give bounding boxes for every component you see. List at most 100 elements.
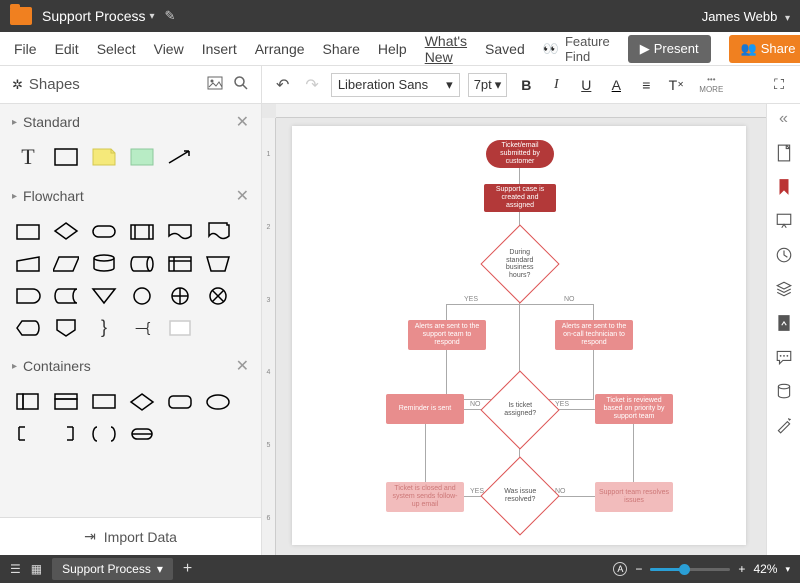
rail-bookmark-icon[interactable] <box>775 178 793 196</box>
rail-magic-icon[interactable] <box>775 416 793 434</box>
title-dropdown-caret[interactable]: ▾ <box>150 11 155 22</box>
fc-display[interactable] <box>14 316 42 338</box>
fc-terminator[interactable] <box>90 220 118 242</box>
redo-button[interactable]: ↷ <box>301 75 322 95</box>
node-review-priority[interactable]: Ticket is reviewed based on priority by … <box>595 394 673 424</box>
ct-1[interactable] <box>14 390 42 412</box>
fc-stored[interactable] <box>52 284 80 306</box>
collapse-rail-icon[interactable]: « <box>779 110 788 128</box>
search-icon[interactable] <box>233 75 249 94</box>
node-resolved[interactable]: Was issue resolved? <box>480 456 559 535</box>
node-ticket-assigned[interactable]: Is ticket assigned? <box>480 370 559 449</box>
page[interactable]: YES NO NO YES YES NO Ticket/email submit… <box>292 126 746 545</box>
folder-icon[interactable] <box>10 7 32 25</box>
bold-button[interactable]: B <box>515 74 537 96</box>
node-start[interactable]: Ticket/email submitted by customer <box>486 140 554 168</box>
rail-history-icon[interactable] <box>775 246 793 264</box>
ct-10[interactable] <box>128 422 156 444</box>
panel-flowchart-header[interactable]: ▸Flowchart✕ <box>0 178 261 214</box>
fc-or[interactable] <box>166 284 194 306</box>
fc-note-right[interactable]: ⎯⎯{ <box>128 316 156 338</box>
fc-predefined[interactable] <box>128 220 156 242</box>
font-size-select[interactable]: 7pt▾ <box>468 73 508 97</box>
rail-page-icon[interactable] <box>775 144 793 162</box>
menu-whatsnew[interactable]: What's New <box>425 33 467 65</box>
fc-sum[interactable] <box>204 284 232 306</box>
add-page-button[interactable]: + <box>183 560 192 578</box>
font-select[interactable]: Liberation Sans▾ <box>331 73 460 97</box>
menu-arrange[interactable]: Arrange <box>255 41 305 57</box>
import-data-button[interactable]: ⇥ Import Data <box>0 517 261 555</box>
node-create-case[interactable]: Support case is created and assigned <box>484 184 556 212</box>
present-button[interactable]: ▶ Present <box>628 35 711 63</box>
close-icon[interactable]: ✕ <box>236 356 249 376</box>
fc-offpage[interactable] <box>52 316 80 338</box>
node-alert-team[interactable]: Alerts are sent to the support team to r… <box>408 320 486 350</box>
more-button[interactable]: •••MORE <box>699 75 723 94</box>
undo-button[interactable]: ↶ <box>272 75 293 95</box>
rail-present-icon[interactable] <box>775 212 793 230</box>
node-alert-oncall[interactable]: Alerts are sent to the on-call technicia… <box>555 320 633 350</box>
ct-8[interactable] <box>52 422 80 444</box>
fc-internal[interactable] <box>166 252 194 274</box>
gear-icon[interactable]: ✲ <box>12 77 23 93</box>
text-style-button[interactable]: T✕ <box>665 74 687 96</box>
menu-view[interactable]: View <box>154 41 184 57</box>
node-reminder[interactable]: Reminder is sent <box>386 394 464 424</box>
zoom-value[interactable]: 42% <box>753 562 777 576</box>
underline-button[interactable]: U <box>575 74 597 96</box>
feature-find[interactable]: 👀 Feature Find <box>543 34 610 64</box>
ct-7[interactable] <box>14 422 42 444</box>
ct-5[interactable] <box>166 390 194 412</box>
ct-9[interactable] <box>90 422 118 444</box>
fc-connector[interactable] <box>128 284 156 306</box>
fc-card[interactable] <box>166 316 194 338</box>
document-title[interactable]: Support Process <box>42 8 146 24</box>
shape-rect[interactable] <box>52 146 80 168</box>
node-business-hours[interactable]: During standard business hours? <box>480 224 559 303</box>
rail-export-icon[interactable] <box>775 314 793 332</box>
italic-button[interactable]: I <box>545 74 567 96</box>
node-close-ticket[interactable]: Ticket is closed and system sends follow… <box>386 482 464 512</box>
image-icon[interactable] <box>207 75 223 94</box>
menu-select[interactable]: Select <box>97 41 136 57</box>
fc-process[interactable] <box>14 220 42 242</box>
fc-brace-right[interactable]: } <box>90 316 118 338</box>
page-tab[interactable]: Support Process▾ <box>52 558 173 580</box>
menu-edit[interactable]: Edit <box>55 41 79 57</box>
align-button[interactable]: ≡ <box>635 74 657 96</box>
ct-6[interactable] <box>204 390 232 412</box>
share-button[interactable]: 👥 Share <box>729 35 800 63</box>
fc-direct-data[interactable] <box>128 252 156 274</box>
menu-share[interactable]: Share <box>323 41 360 57</box>
fc-manual-op[interactable] <box>204 252 232 274</box>
zoom-reset-icon[interactable]: A <box>613 562 627 576</box>
rename-icon[interactable]: ✎ <box>165 8 176 24</box>
ct-4[interactable] <box>128 390 156 412</box>
fc-multidoc[interactable] <box>204 220 232 242</box>
shape-block[interactable] <box>128 146 156 168</box>
rail-data-icon[interactable] <box>775 382 793 400</box>
menu-help[interactable]: Help <box>378 41 407 57</box>
fc-delay[interactable] <box>14 284 42 306</box>
ct-3[interactable] <box>90 390 118 412</box>
ct-2[interactable] <box>52 390 80 412</box>
fc-database[interactable] <box>90 252 118 274</box>
close-icon[interactable]: ✕ <box>236 112 249 132</box>
user-menu[interactable]: James Webb ▾ <box>702 9 790 24</box>
close-icon[interactable]: ✕ <box>236 186 249 206</box>
fc-document[interactable] <box>166 220 194 242</box>
zoom-slider[interactable] <box>650 568 730 571</box>
menu-file[interactable]: File <box>14 41 37 57</box>
shape-arrow[interactable] <box>166 146 194 168</box>
fc-manual-input[interactable] <box>14 252 42 274</box>
panel-standard-header[interactable]: ▸Standard✕ <box>0 104 261 140</box>
panel-containers-header[interactable]: ▸Containers✕ <box>0 348 261 384</box>
fc-merge[interactable] <box>90 284 118 306</box>
shape-text[interactable]: T <box>14 146 42 168</box>
grid-view-icon[interactable]: ▦ <box>31 562 42 576</box>
text-color-button[interactable]: A <box>605 74 627 96</box>
rail-layers-icon[interactable] <box>775 280 793 298</box>
zoom-out-button[interactable]: − <box>635 562 642 576</box>
fc-data[interactable] <box>52 252 80 274</box>
